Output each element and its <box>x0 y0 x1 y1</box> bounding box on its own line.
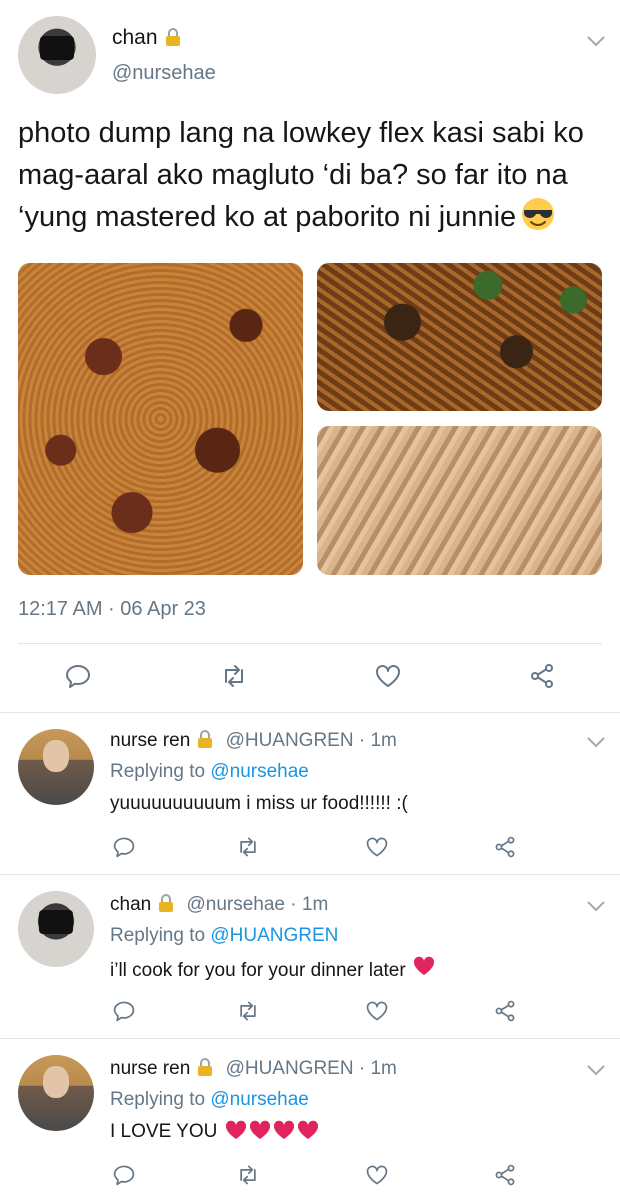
lock-icon <box>164 27 182 47</box>
heart-emoji <box>413 956 435 976</box>
main-tweet: chan @nursehae photo dump lang na lowkey… <box>0 0 620 713</box>
chevron-down-icon[interactable] <box>586 1063 606 1076</box>
chevron-down-icon[interactable] <box>586 34 606 47</box>
like-icon[interactable] <box>374 662 402 690</box>
heart-emoji <box>273 1120 295 1140</box>
divider <box>18 643 602 644</box>
author-handle: @nursehae · 1m <box>186 894 329 915</box>
reply-header[interactable]: nurse ren @HUANGREN · 1m <box>110 729 397 752</box>
photo-pasta[interactable] <box>317 426 602 575</box>
reply-header[interactable]: chan @nursehae · 1m <box>110 893 328 916</box>
replying-to: Replying to @nursehae <box>110 1089 309 1111</box>
retweet-icon[interactable] <box>236 835 260 859</box>
avatar[interactable] <box>18 16 96 94</box>
reply-tweet: nurse ren @HUANGREN · 1m Replying to @nu… <box>0 1039 620 1200</box>
heart-emoji <box>225 1120 247 1140</box>
reply-tweet: nurse ren @HUANGREN · 1m Replying to @nu… <box>0 713 620 875</box>
tweet-text: photo dump lang na lowkey flex kasi sabi… <box>18 112 608 238</box>
replying-to-link[interactable]: @HUANGREN <box>210 925 338 946</box>
author-handle: @HUANGREN · 1m <box>225 1058 397 1079</box>
replying-label: Replying to <box>110 925 206 946</box>
retweet-icon[interactable] <box>236 1163 260 1187</box>
author-name: nurse ren <box>110 1058 191 1079</box>
author-handle[interactable]: @nursehae <box>112 62 216 85</box>
replying-label: Replying to <box>110 761 206 782</box>
reply-tweet: chan @nursehae · 1m Replying to @HUANGRE… <box>0 875 620 1039</box>
avatar[interactable] <box>18 729 94 805</box>
reply-text: yuuuuuuuuuum i miss ur food!!!!!! :( <box>110 793 408 814</box>
replying-to-link[interactable]: @nursehae <box>210 1089 309 1110</box>
reply-icon[interactable] <box>112 1163 136 1187</box>
author-name[interactable]: chan <box>112 26 182 50</box>
share-icon[interactable] <box>493 835 517 859</box>
replying-to: Replying to @HUANGREN <box>110 925 338 947</box>
heart-emoji <box>249 1120 271 1140</box>
reply-text-body: I LOVE YOU <box>110 1121 218 1142</box>
author-name: nurse ren <box>110 730 191 751</box>
reply-header[interactable]: nurse ren @HUANGREN · 1m <box>110 1057 397 1080</box>
tweet-text-body: photo dump lang na lowkey flex kasi sabi… <box>18 117 584 233</box>
like-icon[interactable] <box>365 999 389 1023</box>
lock-icon <box>196 1057 214 1077</box>
avatar[interactable] <box>18 891 94 967</box>
reply-icon[interactable] <box>64 662 92 690</box>
chevron-down-icon[interactable] <box>586 899 606 912</box>
retweet-icon[interactable] <box>236 999 260 1023</box>
hearts-emoji-group <box>223 1120 319 1146</box>
sunglasses-emoji <box>520 196 556 232</box>
like-icon[interactable] <box>365 1163 389 1187</box>
reply-text: i’ll cook for you for your dinner later <box>110 956 435 982</box>
replying-to-link[interactable]: @nursehae <box>210 761 309 782</box>
avatar[interactable] <box>18 1055 94 1131</box>
chevron-down-icon[interactable] <box>586 735 606 748</box>
timestamp[interactable]: 12:17 AM · 06 Apr 23 <box>18 598 206 621</box>
replying-label: Replying to <box>110 1089 206 1110</box>
photo-beef-noodles[interactable] <box>317 263 602 411</box>
author-name: chan <box>110 894 152 915</box>
lock-icon <box>196 729 214 749</box>
retweet-icon[interactable] <box>220 662 248 690</box>
heart-emoji <box>297 1120 319 1140</box>
reply-text-body: i’ll cook for you for your dinner later <box>110 960 406 981</box>
share-icon[interactable] <box>493 1163 517 1187</box>
reply-icon[interactable] <box>112 835 136 859</box>
lock-icon <box>157 893 175 913</box>
author-name-text: chan <box>112 26 158 49</box>
like-icon[interactable] <box>365 835 389 859</box>
share-icon[interactable] <box>528 662 556 690</box>
share-icon[interactable] <box>493 999 517 1023</box>
reply-text: I LOVE YOU <box>110 1120 319 1146</box>
photo-beef-fried-rice[interactable] <box>18 263 303 575</box>
replying-to: Replying to @nursehae <box>110 761 309 783</box>
author-handle: @HUANGREN · 1m <box>225 730 397 751</box>
reply-icon[interactable] <box>112 999 136 1023</box>
